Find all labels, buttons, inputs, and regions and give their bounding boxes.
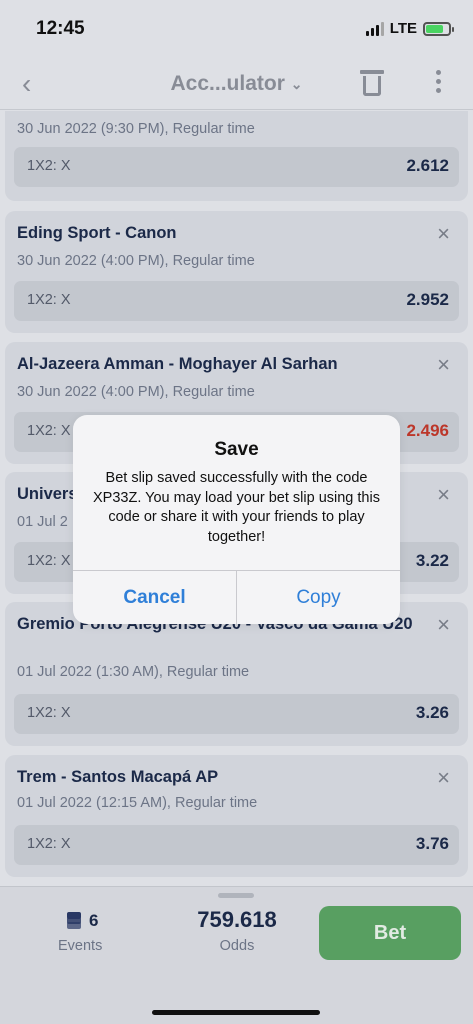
dialog-title: Save	[214, 439, 259, 460]
save-dialog: Save Bet slip saved successfully with th…	[73, 415, 400, 624]
dialog-message: Bet slip saved successfully with the cod…	[93, 470, 380, 545]
cancel-button[interactable]: Cancel	[73, 571, 236, 624]
copy-button[interactable]: Copy	[237, 571, 400, 624]
